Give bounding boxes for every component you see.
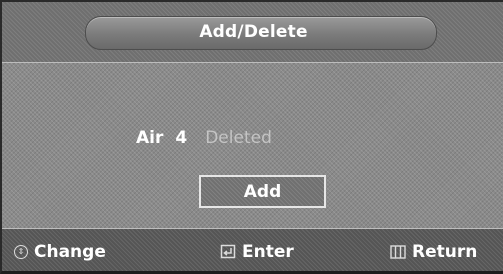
hint-enter-label: Enter	[242, 241, 294, 262]
title-divider	[2, 62, 503, 63]
osd-menu-screen: Add/Delete Air 4 Deleted Add ⇕ Change En…	[0, 0, 503, 274]
menu-bars-icon	[390, 244, 406, 259]
add-button-label: Add	[243, 181, 282, 202]
channel-number: 4	[175, 128, 188, 148]
up-down-circle-icon: ⇕	[14, 244, 28, 259]
hint-enter: Enter	[220, 229, 294, 271]
hint-change: ⇕ Change	[14, 229, 106, 271]
channel-band: Air	[136, 128, 164, 148]
hint-change-label: Change	[34, 241, 106, 262]
title-bar: Add/Delete	[2, 2, 503, 63]
add-button[interactable]: Add	[199, 175, 326, 208]
button-guide-bar: ⇕ Change Enter Return	[2, 228, 503, 271]
hint-return: Return	[390, 229, 478, 271]
hint-return-label: Return	[412, 241, 478, 262]
channel-status: Deleted	[205, 128, 272, 148]
menu-title: Add/Delete	[199, 22, 308, 42]
enter-icon	[220, 244, 236, 260]
channel-info: Air 4 Deleted	[136, 126, 272, 150]
